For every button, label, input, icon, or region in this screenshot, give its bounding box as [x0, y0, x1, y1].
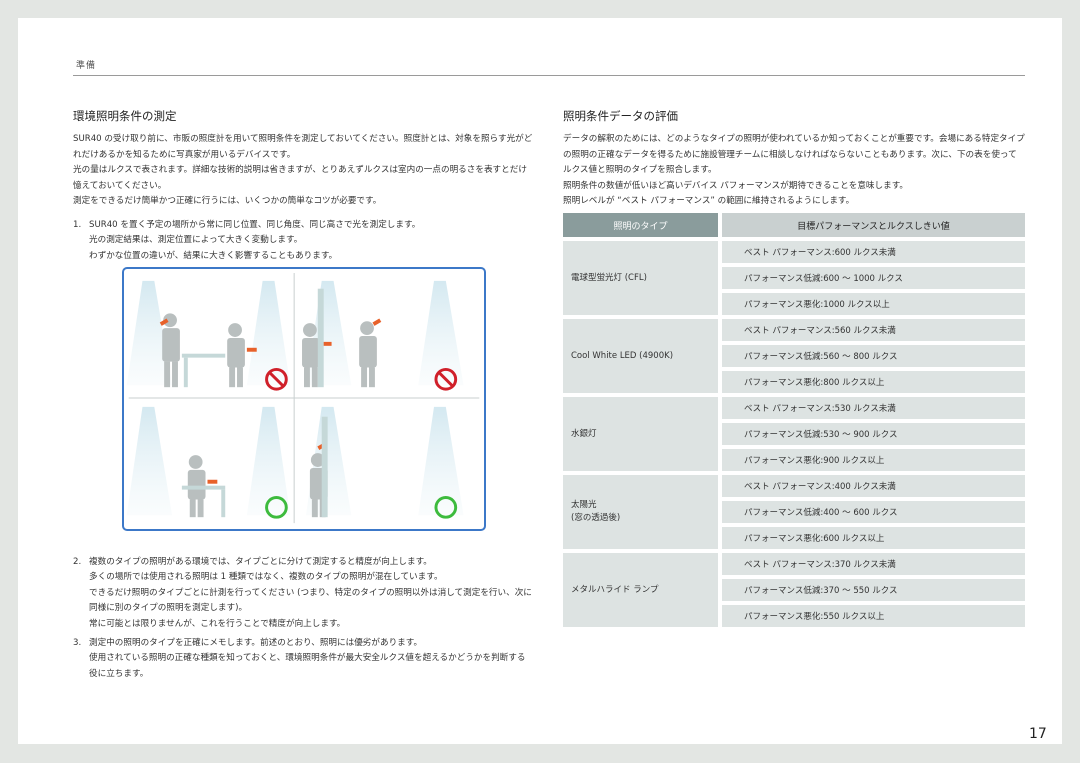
page-number: 17	[1029, 726, 1047, 742]
illustration-svg	[126, 272, 480, 524]
threshold-best: ベスト パフォーマンス:370 ルクス未満	[722, 553, 1025, 575]
table-row: メタルハライド ランプ ベスト パフォーマンス:370 ルクス未満 パフォーマン…	[563, 553, 1025, 627]
document-page: 準備 環境照明条件の測定 SUR40 の受け取り前に、市販の照度計を用いて照明条…	[18, 18, 1062, 744]
step-line: SUR40 を置く予定の場所から常に同じ位置、同じ角度、同じ高さで光を測定します…	[89, 219, 421, 230]
measurement-illustration	[122, 267, 486, 531]
column-header-type: 照明のタイプ	[563, 213, 718, 237]
right-column: 照明条件データの評価 データの解釈のためには、どのようなタイプの照明が使われてい…	[563, 108, 1025, 210]
lighting-type-note: (窓の透過後)	[571, 513, 621, 523]
table-header: 照明のタイプ 目標パフォーマンスとルクスしきい値	[563, 213, 1025, 237]
threshold-reduced: パフォーマンス低減:530 ～ 900 ルクス	[722, 423, 1025, 445]
step-line: 光の測定結果は、測定位置によって大きく変動します。	[89, 235, 303, 246]
right-heading: 照明条件データの評価	[563, 109, 678, 123]
threshold-reduced: パフォーマンス低減:600 ～ 1000 ルクス	[722, 267, 1025, 289]
lower-steps: 2. 複数のタイプの照明がある環境では、タイプごとに分けて測定すると精度が向上し…	[73, 555, 533, 682]
person-icon	[181, 455, 226, 518]
step-3: 3. 測定中の照明のタイプを正確にメモします。前述のとおり、照明には優劣がありま…	[73, 636, 533, 682]
lighting-type: 電球型蛍光灯 (CFL)	[563, 241, 718, 315]
step-number: 2.	[73, 557, 82, 567]
threshold-poor: パフォーマンス悪化:1000 ルクス以上	[722, 293, 1025, 315]
threshold-poor: パフォーマンス悪化:550 ルクス以上	[722, 605, 1025, 627]
step-line: 複数のタイプの照明がある環境では、タイプごとに分けて測定すると精度が向上します。	[89, 557, 432, 567]
lux-threshold-table: 照明のタイプ 目標パフォーマンスとルクスしきい値 電球型蛍光灯 (CFL) ベス…	[563, 213, 1025, 627]
step-line: 多くの場所では使用される照明は 1 種類ではなく、複数のタイプの照明が混在してい…	[89, 572, 443, 583]
lighting-type: Cool White LED (4900K)	[563, 319, 718, 393]
step-line: できるだけ照明のタイプごとに計測を行ってください (つまり、特定のタイプの照明以…	[89, 587, 532, 614]
threshold-poor: パフォーマンス悪化:600 ルクス以上	[722, 527, 1025, 549]
left-paragraph-1: SUR40 の受け取り前に、市販の照度計を用いて照明条件を測定しておいてください…	[73, 134, 533, 160]
step-number: 3.	[73, 638, 82, 649]
step-number: 1.	[73, 219, 82, 230]
table-row: 太陽光 (窓の透過後) ベスト パフォーマンス:400 ルクス未満 パフォーマン…	[563, 475, 1025, 549]
section-label: 準備	[76, 61, 97, 71]
table-row: 水銀灯 ベスト パフォーマンス:530 ルクス未満 パフォーマンス低減:530 …	[563, 397, 1025, 471]
person-icon	[162, 313, 245, 388]
threshold-poor: パフォーマンス悪化:900 ルクス以上	[722, 449, 1025, 471]
lighting-type: 水銀灯	[563, 397, 718, 471]
lighting-type: 太陽光 (窓の透過後)	[563, 475, 718, 549]
lighting-type-name: 太陽光	[571, 500, 597, 510]
step-line: 常に可能とは限りませんが、これを行うことで精度が向上します。	[89, 618, 346, 629]
right-paragraph-2: 照明条件の数値が低いほど高いデバイス パフォーマンスが期待できることを意味します…	[563, 180, 909, 191]
left-paragraph-2: 光の量はルクスで表されます。詳細な技術的説明は省きますが、とりあえずルクスは室内…	[73, 165, 527, 191]
step-1: 1. SUR40 を置く予定の場所から常に同じ位置、同じ角度、同じ高さで光を測定…	[73, 218, 533, 264]
threshold-reduced: パフォーマンス低減:400 ～ 600 ルクス	[722, 501, 1025, 523]
threshold-best: ベスト パフォーマンス:400 ルクス未満	[722, 475, 1025, 497]
threshold-best: ベスト パフォーマンス:530 ルクス未満	[722, 397, 1025, 419]
column-header-threshold: 目標パフォーマンスとルクスしきい値	[722, 213, 1025, 237]
threshold-best: ベスト パフォーマンス:560 ルクス未満	[722, 319, 1025, 341]
step-line: わずかな位置の違いが、結果に大きく影響することもあります。	[89, 250, 338, 261]
left-heading: 環境照明条件の測定	[73, 109, 177, 123]
right-paragraph-1: データの解釈のためには、どのようなタイプの照明が使われているか知っておくことが重…	[563, 134, 1025, 176]
step-2: 2. 複数のタイプの照明がある環境では、タイプごとに分けて測定すると精度が向上し…	[73, 555, 533, 632]
step-line: 使用されている照明の正確な種類を知っておくと、環境照明条件が最大安全ルクス値を超…	[89, 653, 526, 679]
left-paragraph-3: 測定をできるだけ簡単かつ正確に行うには、いくつかの簡単なコツが必要です。	[73, 196, 382, 207]
table-row: Cool White LED (4900K) ベスト パフォーマンス:560 ル…	[563, 319, 1025, 393]
threshold-reduced: パフォーマンス低減:560 ～ 800 ルクス	[722, 345, 1025, 367]
lighting-type: メタルハライド ランプ	[563, 553, 718, 627]
table-row: 電球型蛍光灯 (CFL) ベスト パフォーマンス:600 ルクス未満 パフォーマ…	[563, 241, 1025, 315]
threshold-reduced: パフォーマンス低減:370 ～ 550 ルクス	[722, 579, 1025, 601]
threshold-poor: パフォーマンス悪化:800 ルクス以上	[722, 371, 1025, 393]
right-paragraph-3: 照明レベルが “ベスト パフォーマンス” の範囲に維持されるようにします。	[563, 196, 855, 207]
left-column: 環境照明条件の測定 SUR40 の受け取り前に、市販の照度計を用いて照明条件を測…	[73, 108, 533, 264]
threshold-best: ベスト パフォーマンス:600 ルクス未満	[722, 241, 1025, 263]
step-line: 測定中の照明のタイプを正確にメモします。前述のとおり、照明には優劣があります。	[89, 638, 423, 649]
header-rule	[73, 75, 1025, 76]
